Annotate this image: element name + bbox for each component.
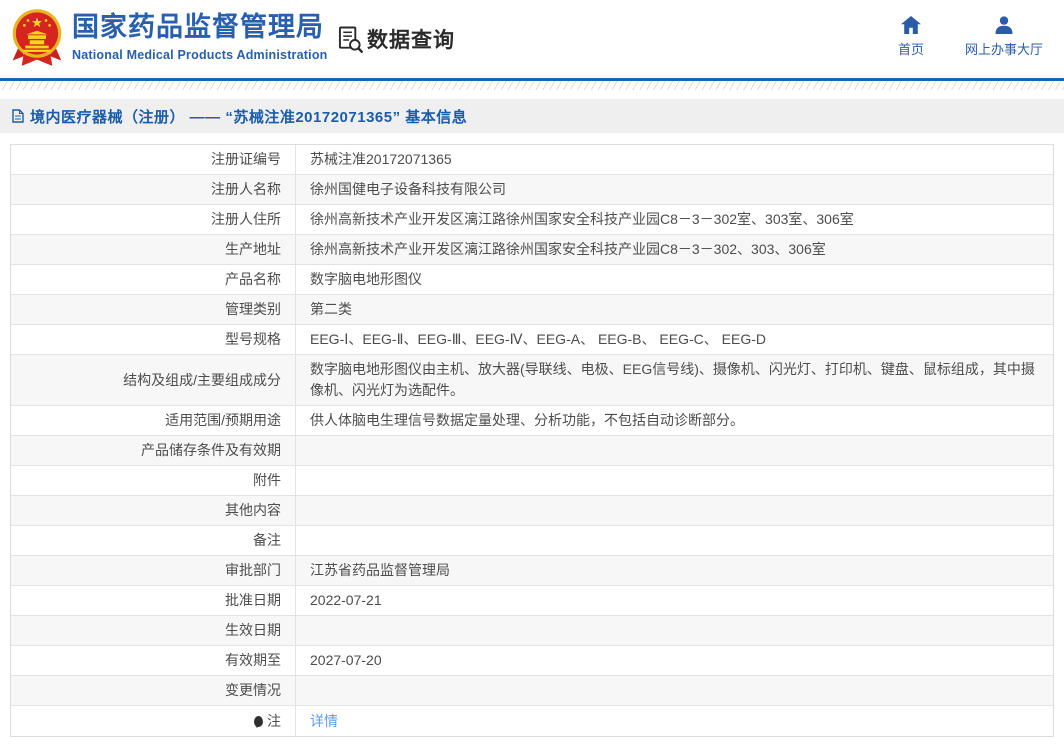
row-value: 数字脑电地形图仪	[296, 265, 1053, 294]
table-row: 产品名称数字脑电地形图仪	[11, 265, 1053, 295]
table-row: 生效日期	[11, 616, 1053, 646]
row-label: 批准日期	[11, 586, 296, 615]
document-search-icon	[338, 26, 363, 53]
agency-subtitle: National Medical Products Administration	[72, 48, 328, 62]
table-row: 型号规格EEG-Ⅰ、EEG-Ⅱ、EEG-Ⅲ、EEG-Ⅳ、EEG-A、 EEG-B…	[11, 325, 1053, 355]
table-row: 结构及组成/主要组成成分数字脑电地形图仪由主机、放大器(导联线、电极、EEG信号…	[11, 355, 1053, 406]
nav-home[interactable]: 首页	[883, 16, 939, 58]
table-row: 批准日期2022-07-21	[11, 586, 1053, 616]
row-value	[296, 616, 1053, 645]
table-row: 适用范围/预期用途供人体脑电生理信号数据定量处理、分析功能，不包括自动诊断部分。	[11, 406, 1053, 436]
row-label: 生效日期	[11, 616, 296, 645]
row-value	[296, 526, 1053, 555]
agency-title: 国家药品监督管理局	[72, 13, 328, 43]
row-label: 产品名称	[11, 265, 296, 294]
row-label: 产品储存条件及有效期	[11, 436, 296, 465]
agency-title-block: 国家药品监督管理局 National Medical Products Admi…	[72, 13, 328, 62]
data-query-label: 数据查询	[367, 24, 455, 54]
row-label: 型号规格	[11, 325, 296, 354]
row-label: 附件	[11, 466, 296, 495]
row-value: 徐州国健电子设备科技有限公司	[296, 175, 1053, 204]
page-icon	[12, 109, 24, 123]
table-row: 生产地址徐州高新技术产业开发区漓江路徐州国家安全科技产业园C8－3－302、30…	[11, 235, 1053, 265]
home-icon	[901, 16, 921, 34]
row-value: 苏械注准20172071365	[296, 145, 1053, 174]
row-value: 第二类	[296, 295, 1053, 324]
row-value: 徐州高新技术产业开发区漓江路徐州国家安全科技产业园C8－3－302、303、30…	[296, 235, 1053, 264]
table-row: 注册人名称徐州国健电子设备科技有限公司	[11, 175, 1053, 205]
table-row: 审批部门江苏省药品监督管理局	[11, 556, 1053, 586]
row-value	[296, 466, 1053, 495]
row-label: 审批部门	[11, 556, 296, 585]
row-label: 注	[11, 706, 296, 736]
national-emblem-icon	[10, 8, 64, 68]
table-row: 注册证编号苏械注准20172071365	[11, 145, 1053, 175]
table-row: 备注	[11, 526, 1053, 556]
row-label: 变更情况	[11, 676, 296, 705]
row-label: 生产地址	[11, 235, 296, 264]
row-label: 有效期至	[11, 646, 296, 675]
nav-service-hall[interactable]: 网上办事大厅	[948, 16, 1060, 58]
row-value: 数字脑电地形图仪由主机、放大器(导联线、电极、EEG信号线)、摄像机、闪光灯、打…	[296, 355, 1053, 405]
breadcrumb: 境内医疗器械（注册） —— “苏械注准20172071365” 基本信息	[0, 99, 1064, 133]
row-label: 适用范围/预期用途	[11, 406, 296, 435]
row-value: 2027-07-20	[296, 646, 1053, 675]
registration-info-table: 注册证编号苏械注准20172071365注册人名称徐州国健电子设备科技有限公司注…	[10, 144, 1054, 737]
row-value: 2022-07-21	[296, 586, 1053, 615]
row-value	[296, 676, 1053, 705]
row-label: 注册人名称	[11, 175, 296, 204]
table-row: 附件	[11, 466, 1053, 496]
table-row: 变更情况	[11, 676, 1053, 706]
row-value	[296, 436, 1053, 465]
row-value	[296, 496, 1053, 525]
user-icon	[994, 16, 1014, 34]
table-row: 管理类别第二类	[11, 295, 1053, 325]
detail-link[interactable]: 详情	[310, 711, 338, 732]
site-header: 国家药品监督管理局 National Medical Products Admi…	[0, 0, 1064, 78]
note-icon	[254, 716, 263, 727]
national-emblem	[10, 8, 64, 73]
hatch-strip	[0, 81, 1064, 90]
row-value: 徐州高新技术产业开发区漓江路徐州国家安全科技产业园C8－3－302室、303室、…	[296, 205, 1053, 234]
page-title: 境内医疗器械（注册） —— “苏械注准20172071365” 基本信息	[30, 106, 467, 127]
row-label: 注册证编号	[11, 145, 296, 174]
table-row: 其他内容	[11, 496, 1053, 526]
row-label: 备注	[11, 526, 296, 555]
row-label: 其他内容	[11, 496, 296, 525]
nav-home-label: 首页	[898, 39, 924, 58]
data-query-tab[interactable]: 数据查询	[338, 24, 455, 54]
row-label: 注册人住所	[11, 205, 296, 234]
row-value: 江苏省药品监督管理局	[296, 556, 1053, 585]
table-row: 产品储存条件及有效期	[11, 436, 1053, 466]
table-row: 有效期至2027-07-20	[11, 646, 1053, 676]
table-row: 注册人住所徐州高新技术产业开发区漓江路徐州国家安全科技产业园C8－3－302室、…	[11, 205, 1053, 235]
row-value: 供人体脑电生理信号数据定量处理、分析功能，不包括自动诊断部分。	[296, 406, 1053, 435]
row-value: EEG-Ⅰ、EEG-Ⅱ、EEG-Ⅲ、EEG-Ⅳ、EEG-A、 EEG-B、 EE…	[296, 325, 1053, 354]
row-label: 管理类别	[11, 295, 296, 324]
row-label: 结构及组成/主要组成成分	[11, 355, 296, 405]
row-value: 详情	[296, 706, 1053, 736]
nav-service-hall-label: 网上办事大厅	[965, 39, 1043, 58]
table-row: 注详情	[11, 706, 1053, 736]
